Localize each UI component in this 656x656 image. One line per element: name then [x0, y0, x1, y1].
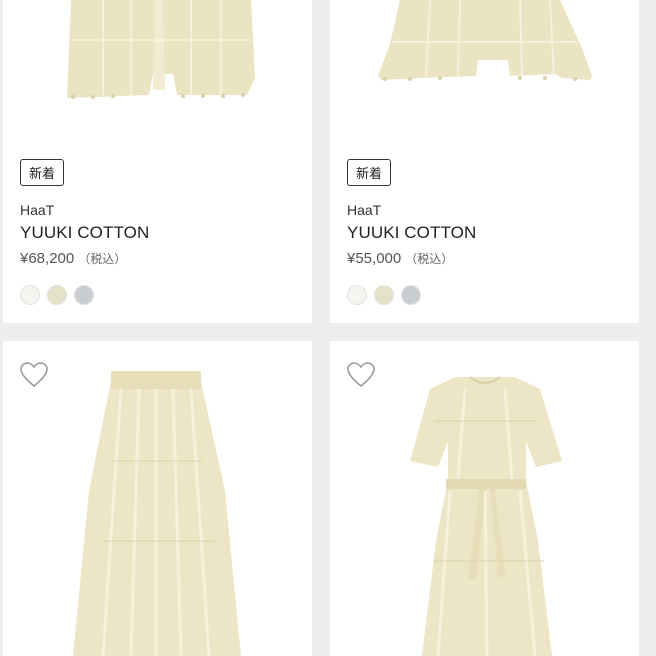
color-swatch[interactable] [374, 285, 394, 305]
product-card[interactable] [3, 341, 312, 656]
product-name[interactable]: YUUKI COTTON [347, 223, 476, 243]
new-arrival-badge: 新着 [20, 159, 65, 186]
color-swatch[interactable] [401, 285, 421, 305]
color-swatch[interactable] [74, 285, 94, 305]
color-swatch[interactable] [347, 285, 367, 305]
tax-label: （税込） [78, 252, 127, 266]
product-image-jacket[interactable] [3, 0, 312, 110]
product-card[interactable]: 新着 HaaT YUUKI COTTON ¥68,200 （税込） [3, 0, 312, 323]
price-value: ¥55,000 [347, 250, 402, 267]
product-price: ¥68,200 （税込） [20, 250, 126, 267]
price-value: ¥68,200 [20, 250, 75, 267]
product-name[interactable]: YUUKI COTTON [20, 223, 149, 243]
color-swatch[interactable] [47, 285, 67, 305]
product-image-cape[interactable] [330, 0, 639, 110]
product-card[interactable]: 新着 HaaT YUUKI COTTON ¥55,000 （税込） [330, 0, 639, 323]
color-swatches [20, 285, 94, 305]
product-image-skirt[interactable] [3, 341, 312, 656]
product-card[interactable] [330, 341, 639, 656]
product-image-dress[interactable] [330, 341, 639, 656]
product-price: ¥55,000 （税込） [347, 250, 453, 267]
tax-label: （税込） [405, 252, 454, 266]
new-arrival-badge: 新着 [347, 159, 392, 186]
brand-name: HaaT [347, 202, 382, 218]
color-swatches [347, 285, 421, 305]
brand-name: HaaT [20, 202, 55, 218]
color-swatch[interactable] [20, 285, 40, 305]
